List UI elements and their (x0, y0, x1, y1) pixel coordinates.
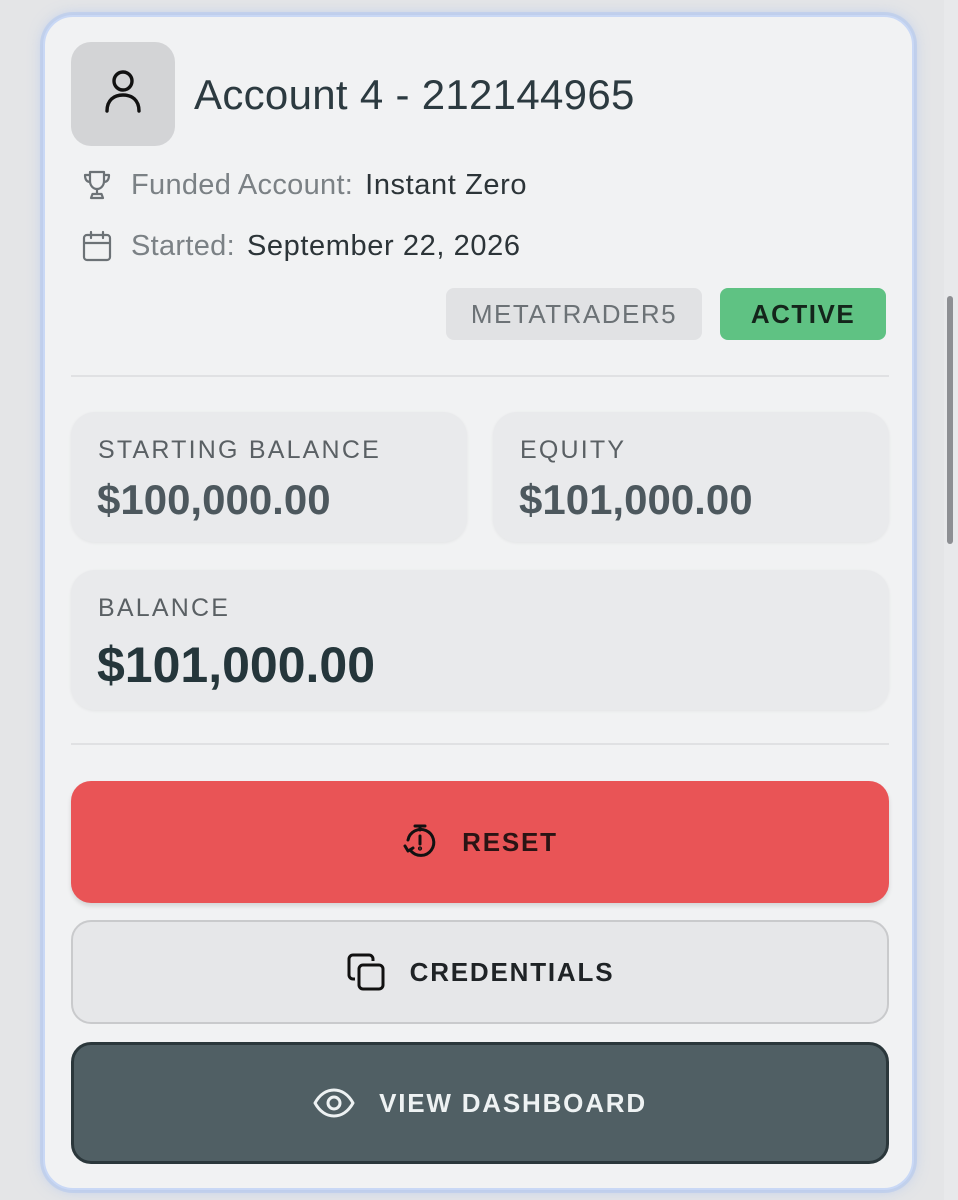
account-title: Account 4 - 212144965 (194, 71, 635, 118)
equity-value: $101,000.00 (519, 476, 753, 523)
credentials-label: CREDENTIALS (409, 956, 615, 987)
view-dashboard-button[interactable]: VIEW DASHBOARD (71, 1042, 889, 1164)
view-dashboard-label: VIEW DASHBOARD (379, 1087, 647, 1118)
balance-card: BALANCE $101,000.00 (71, 570, 889, 710)
funded-account-row: Funded Account: Instant Zero (81, 168, 527, 202)
account-avatar (71, 42, 175, 146)
funded-account-value: Instant Zero (365, 168, 528, 201)
timer-reset-icon (402, 823, 438, 861)
started-value: September 22, 2026 (246, 229, 521, 262)
status-badge: ACTIVE (720, 288, 886, 340)
trophy-icon (81, 168, 113, 202)
started-label: Started: (131, 229, 235, 262)
platform-badge: METATRADER5 (446, 288, 702, 340)
balance-value: $101,000.00 (97, 637, 376, 693)
starting-balance-card: STARTING BALANCE $100,000.00 (71, 412, 467, 542)
reset-label: RESET (462, 826, 558, 857)
page-scrollbar-thumb[interactable] (947, 296, 953, 544)
credentials-button[interactable]: CREDENTIALS (71, 920, 889, 1024)
calendar-icon (81, 229, 113, 263)
divider (71, 743, 889, 745)
divider (71, 375, 889, 377)
funded-account-label: Funded Account: (131, 168, 354, 201)
starting-balance-value: $100,000.00 (97, 476, 331, 523)
copy-icon (346, 952, 386, 992)
account-card: Account 4 - 212144965 Funded Account: In… (43, 15, 914, 1190)
starting-balance-label: STARTING BALANCE (98, 436, 381, 464)
eye-icon (313, 1088, 355, 1118)
reset-button[interactable]: RESET (71, 781, 889, 903)
badges-row: METATRADER5 ACTIVE (446, 288, 886, 340)
equity-card: EQUITY $101,000.00 (493, 412, 889, 542)
balance-label: BALANCE (98, 594, 231, 622)
user-icon (103, 69, 143, 120)
page-scrollbar-track[interactable] (944, 0, 958, 1200)
started-row: Started: September 22, 2026 (81, 229, 521, 263)
equity-label: EQUITY (520, 436, 627, 464)
